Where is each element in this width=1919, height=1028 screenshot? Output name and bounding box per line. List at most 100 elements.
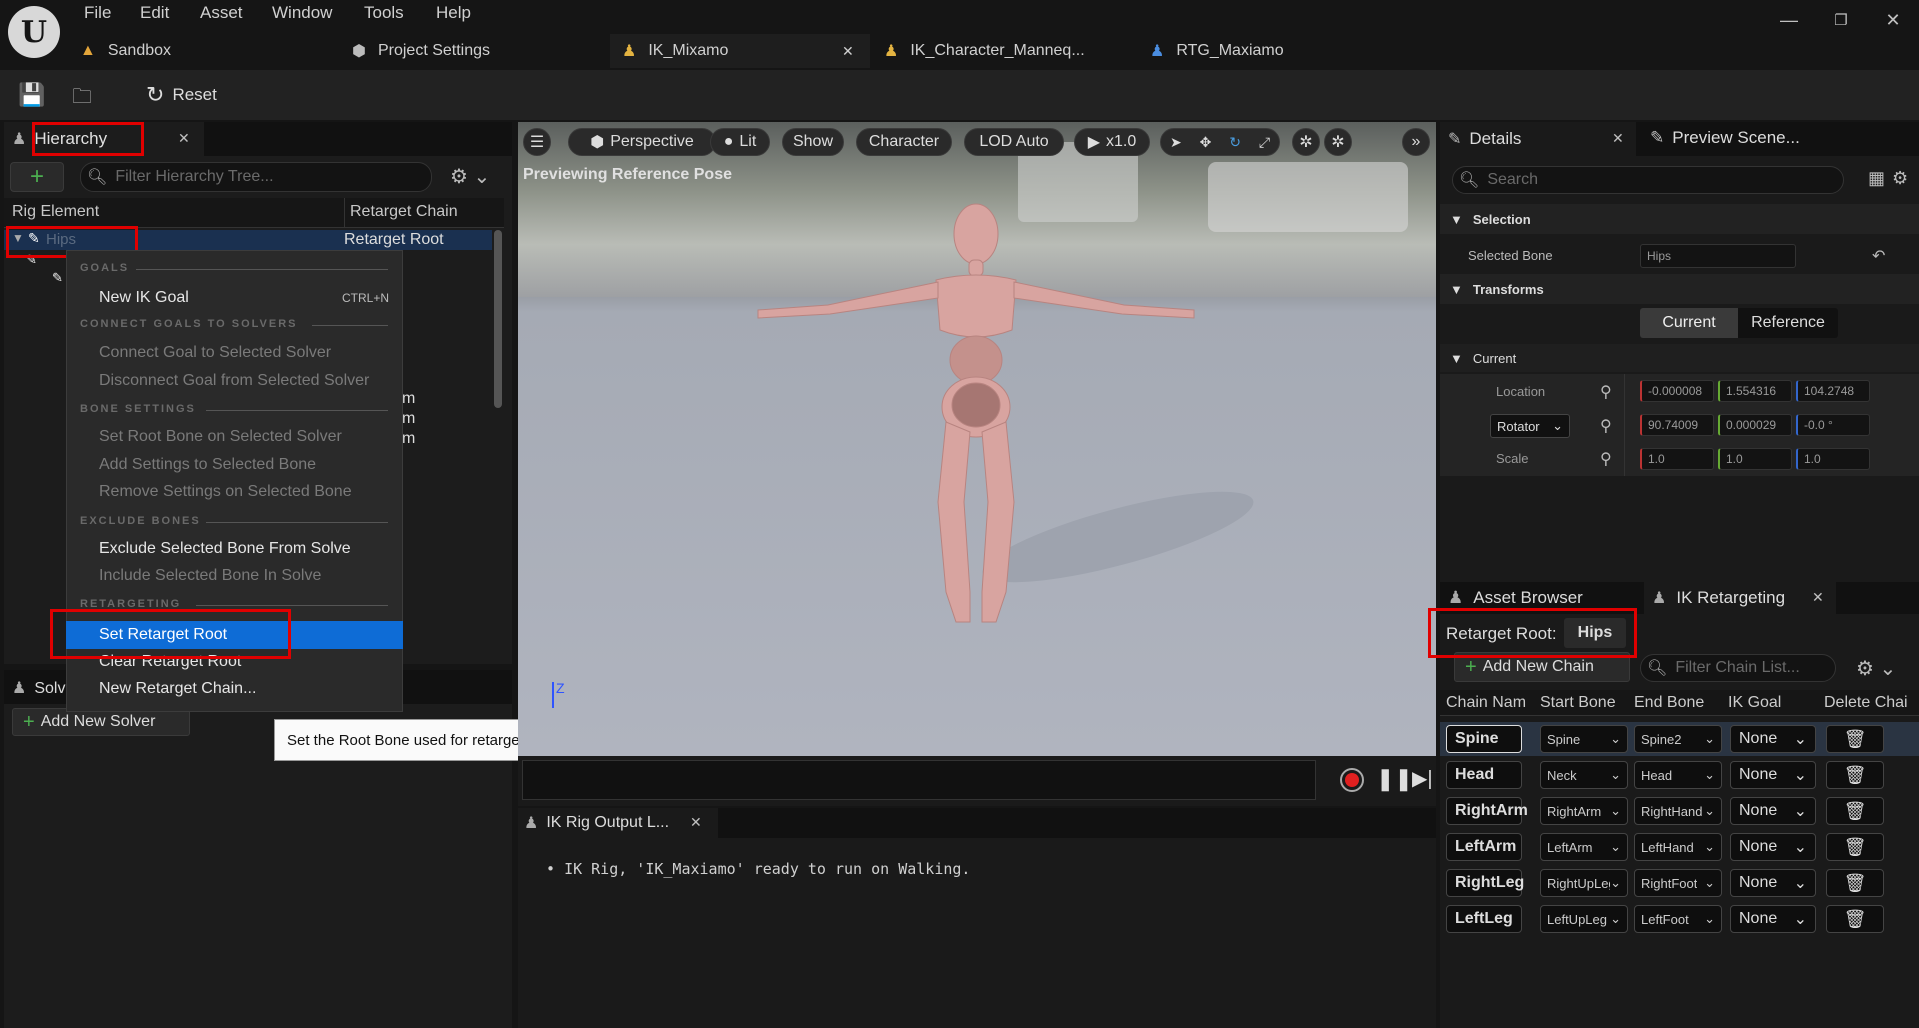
ik-goal-dropdown[interactable]: None ⌄	[1730, 869, 1816, 897]
chain-settings-gear-icon[interactable]: ⚙ ⌄	[1856, 656, 1896, 681]
minimize-icon[interactable]: —	[1774, 6, 1804, 34]
col-retarget-chain[interactable]: Retarget Chain	[350, 203, 458, 221]
chain-name-field[interactable]: RightArm	[1446, 797, 1528, 825]
rotator-y[interactable]: 0.000029	[1718, 414, 1792, 436]
menu-help[interactable]: Help	[436, 3, 471, 23]
section-current[interactable]: ▼ Current	[1440, 344, 1919, 372]
menu-window[interactable]: Window	[272, 3, 332, 23]
table-view-icon[interactable]: ▦	[1868, 168, 1885, 189]
add-new-chain-button[interactable]: + Add New Chain	[1454, 652, 1630, 682]
col-start-bone[interactable]: Start Bone	[1540, 694, 1616, 712]
hierarchy-filter-input[interactable]: 🔍︎ Filter Hierarchy Tree...	[80, 162, 432, 192]
chain-row[interactable]: RightLeg RightUpLeg ⌄ RightFoot ⌄ None ⌄ 🗑︎	[1440, 866, 1919, 900]
menu-clear-retarget-root[interactable]: Clear Retarget Root	[66, 649, 403, 675]
chain-row[interactable]: Spine Spine ⌄ Spine2 ⌄ None ⌄ 🗑︎	[1440, 722, 1919, 756]
col-chain-name[interactable]: Chain Nam	[1446, 694, 1526, 712]
reset-button[interactable]: ↻ Reset	[146, 80, 217, 110]
details-settings-gear-icon[interactable]: ⚙	[1892, 168, 1908, 189]
section-selection[interactable]: ▼ Selection	[1440, 204, 1919, 234]
col-rig-element[interactable]: Rig Element	[12, 203, 99, 221]
chain-name-field[interactable]: Spine	[1446, 725, 1522, 753]
menu-new-ik-goal[interactable]: New IK Goal CTRL+N	[66, 285, 403, 311]
add-element-button[interactable]: +	[10, 162, 64, 192]
chain-name-field[interactable]: RightLeg	[1446, 869, 1524, 897]
col-end-bone[interactable]: End Bone	[1634, 694, 1704, 712]
pause-icon[interactable]: ❚❚	[1376, 766, 1413, 792]
step-forward-icon[interactable]: ▶|	[1412, 766, 1433, 791]
chain-row[interactable]: LeftLeg LeftUpLeg ⌄ LeftFoot ⌄ None ⌄ 🗑︎	[1440, 902, 1919, 936]
selected-bone-field[interactable]: Hips	[1640, 244, 1796, 268]
menu-set-retarget-root[interactable]: Set Retarget Root	[66, 621, 403, 649]
rotator-z[interactable]: -0.0 °	[1796, 414, 1870, 436]
tab-solver-stack[interactable]: ♟ Solv	[12, 678, 65, 698]
hierarchy-settings-gear-icon[interactable]: ⚙ ⌄	[450, 164, 490, 189]
browse-asset-icon[interactable]: 🗀	[72, 82, 92, 116]
mannequin-figure[interactable]	[518, 122, 1436, 756]
menu-include-bone[interactable]: Include Selected Bone In Solve	[66, 563, 403, 589]
tab-rtg-maxiamo[interactable]: ♟ RTG_Maxiamo	[1150, 34, 1350, 68]
scale-z[interactable]: 1.0	[1796, 448, 1870, 470]
chain-row[interactable]: Head Neck ⌄ Head ⌄ None ⌄ 🗑︎	[1440, 758, 1919, 792]
start-bone-dropdown[interactable]: Spine ⌄	[1540, 725, 1628, 753]
end-bone-dropdown[interactable]: Head ⌄	[1634, 761, 1722, 789]
end-bone-dropdown[interactable]: RightHand ⌄	[1634, 797, 1722, 825]
close-window-icon[interactable]: ✕	[1878, 6, 1908, 34]
location-z[interactable]: 104.2748	[1796, 380, 1870, 402]
menu-tools[interactable]: Tools	[364, 3, 404, 23]
section-transforms[interactable]: ▼ Transforms	[1440, 274, 1919, 304]
chain-filter-input[interactable]: 🔍︎ Filter Chain List...	[1640, 654, 1836, 682]
start-bone-dropdown[interactable]: RightUpLeg ⌄	[1540, 869, 1628, 897]
tab-ik-retargeting[interactable]: ♟ IK Retargeting ✕	[1644, 582, 1836, 614]
ik-goal-dropdown[interactable]: None ⌄	[1730, 761, 1816, 789]
close-tab-icon[interactable]: ✕	[1812, 589, 1824, 606]
delete-chain-button[interactable]: 🗑︎	[1826, 761, 1884, 789]
pivot-icon[interactable]: ⚲	[1600, 416, 1612, 436]
delete-chain-button[interactable]: 🗑︎	[1826, 725, 1884, 753]
col-delete-chain[interactable]: Delete Chai	[1824, 694, 1919, 712]
location-x[interactable]: -0.000008	[1640, 380, 1714, 402]
end-bone-dropdown[interactable]: Spine2 ⌄	[1634, 725, 1722, 753]
tab-output-log[interactable]: ♟ IK Rig Output L... ✕	[518, 808, 718, 838]
delete-chain-button[interactable]: 🗑︎	[1826, 905, 1884, 933]
ik-goal-dropdown[interactable]: None ⌄	[1730, 725, 1816, 753]
menu-remove-settings[interactable]: Remove Settings on Selected Bone	[66, 479, 403, 505]
reference-toggle[interactable]: Reference	[1738, 308, 1838, 338]
start-bone-dropdown[interactable]: RightArm ⌄	[1540, 797, 1628, 825]
menu-exclude-bone[interactable]: Exclude Selected Bone From Solve	[66, 536, 403, 562]
reset-to-default-icon[interactable]: ↶	[1872, 246, 1885, 266]
location-y[interactable]: 1.554316	[1718, 380, 1792, 402]
rotator-dropdown[interactable]: Rotator ⌄	[1490, 414, 1570, 438]
rotator-x[interactable]: 90.74009	[1640, 414, 1714, 436]
tab-hierarchy[interactable]: ♟ Hierarchy ✕	[4, 122, 204, 156]
ik-goal-dropdown[interactable]: None ⌄	[1730, 905, 1816, 933]
add-new-solver-button[interactable]: + Add New Solver	[12, 708, 190, 736]
delete-chain-button[interactable]: 🗑︎	[1826, 869, 1884, 897]
menu-connect-goal[interactable]: Connect Goal to Selected Solver	[66, 340, 403, 366]
hierarchy-row-hips[interactable]: ▼ ✎ Hips Retarget Root	[4, 230, 492, 250]
delete-chain-button[interactable]: 🗑︎	[1826, 833, 1884, 861]
pivot-icon[interactable]: ⚲	[1600, 449, 1612, 469]
viewport[interactable]: ☰ ⬢ Perspective ● Lit Show Character LOD A…	[518, 122, 1436, 756]
scale-x[interactable]: 1.0	[1640, 448, 1714, 470]
menu-disconnect-goal[interactable]: Disconnect Goal from Selected Solver	[66, 368, 403, 394]
ik-goal-dropdown[interactable]: None ⌄	[1730, 833, 1816, 861]
tab-asset-browser[interactable]: ♟ Asset Browser	[1448, 588, 1583, 608]
unreal-logo-icon[interactable]: U	[8, 6, 60, 58]
end-bone-dropdown[interactable]: RightFoot ⌄	[1634, 869, 1722, 897]
chain-name-field[interactable]: LeftLeg	[1446, 905, 1522, 933]
tab-preview-scene[interactable]: ✎ Preview Scene...	[1650, 128, 1800, 148]
hierarchy-scrollbar[interactable]	[494, 230, 502, 408]
current-toggle[interactable]: Current	[1640, 308, 1738, 338]
chain-row[interactable]: RightArm RightArm ⌄ RightHand ⌄ None ⌄ 🗑︎	[1440, 794, 1919, 828]
end-bone-dropdown[interactable]: LeftFoot ⌄	[1634, 905, 1722, 933]
start-bone-dropdown[interactable]: LeftArm ⌄	[1540, 833, 1628, 861]
tab-details[interactable]: ✎ Details ✕	[1440, 122, 1636, 156]
restore-icon[interactable]: ❐	[1826, 6, 1856, 34]
menu-add-settings[interactable]: Add Settings to Selected Bone	[66, 452, 403, 478]
close-tab-icon[interactable]: ✕	[1612, 130, 1624, 147]
delete-chain-button[interactable]: 🗑︎	[1826, 797, 1884, 825]
scale-y[interactable]: 1.0	[1718, 448, 1792, 470]
ik-goal-dropdown[interactable]: None ⌄	[1730, 797, 1816, 825]
chain-row[interactable]: LeftArm LeftArm ⌄ LeftHand ⌄ None ⌄ 🗑︎	[1440, 830, 1919, 864]
tab-ik-mixamo[interactable]: ♟ IK_Mixamo ✕	[610, 34, 870, 68]
